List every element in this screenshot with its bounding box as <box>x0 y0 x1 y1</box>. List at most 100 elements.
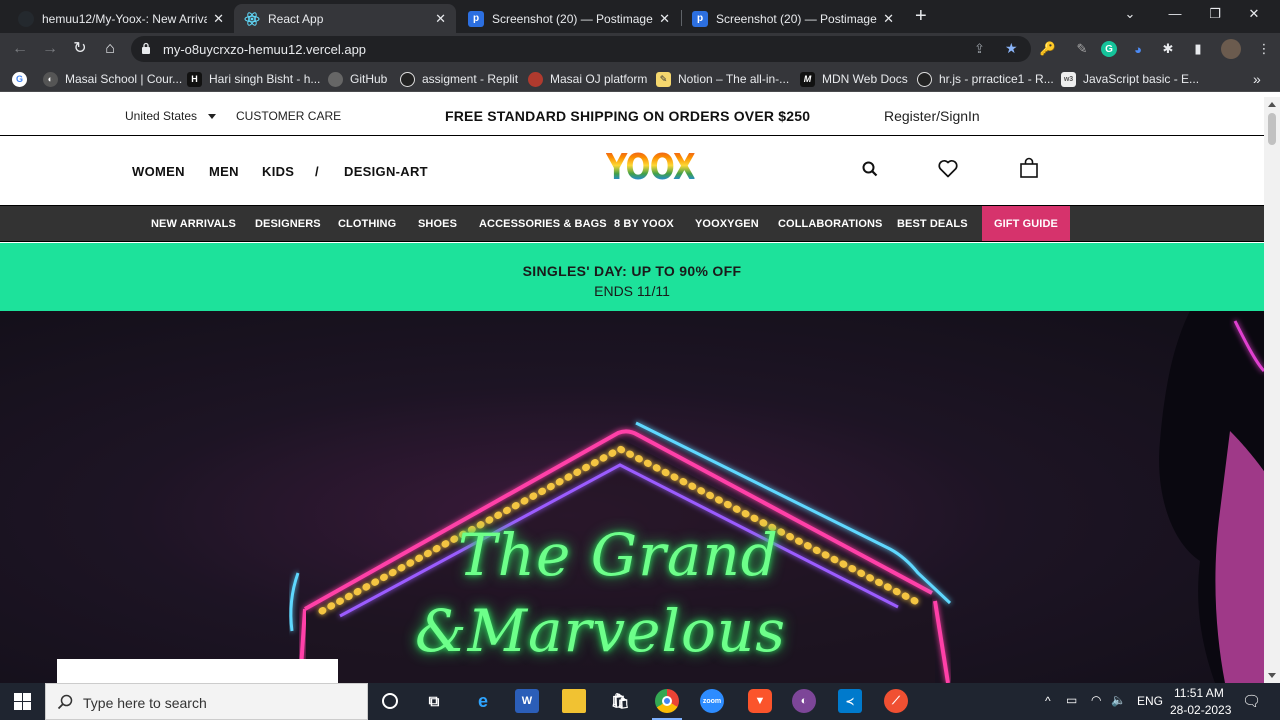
wifi-icon[interactable]: ◠ <box>1091 693 1101 707</box>
scroll-up-icon[interactable] <box>1268 102 1276 107</box>
nav-design-art[interactable]: DESIGN-ART <box>344 164 428 179</box>
task-view-icon[interactable]: ⧉ <box>422 689 446 713</box>
tab-title: React App <box>268 11 324 26</box>
category-new-arrivals[interactable]: NEW ARRIVALS <box>151 206 236 241</box>
postman-icon[interactable]: ⟋ <box>884 689 908 713</box>
grammarly-icon[interactable]: G <box>1101 41 1117 57</box>
register-signin-link[interactable]: Register/SignIn <box>884 108 980 124</box>
category-clothing[interactable]: CLOTHING <box>338 206 396 241</box>
tor-icon[interactable]: ◐ <box>792 689 816 713</box>
category-best-deals[interactable]: BEST DEALS <box>897 206 968 241</box>
chevron-down-icon[interactable] <box>208 114 216 119</box>
page-scrollbar[interactable] <box>1264 97 1280 683</box>
show-hidden-icons[interactable]: ^ <box>1045 694 1051 708</box>
scroll-down-icon[interactable] <box>1268 673 1276 678</box>
bookmark-hari-singh[interactable]: H Hari singh Bisht - h... <box>187 70 320 88</box>
tab-title: hemuu12/My-Yoox-: New Arrival <box>42 11 208 26</box>
bookmark-star-icon[interactable]: ★ <box>1005 40 1018 57</box>
word-icon[interactable]: W <box>515 689 539 713</box>
extension-blue-icon[interactable]: ◕ <box>1130 41 1146 57</box>
nav-men[interactable]: MEN <box>209 164 239 179</box>
nav-women[interactable]: WOMEN <box>132 164 185 179</box>
bookmark-mdn[interactable]: M MDN Web Docs <box>800 70 908 88</box>
clock-date[interactable]: 28-02-2023 <box>1170 703 1231 717</box>
store-icon[interactable]: 🛍 <box>608 689 632 713</box>
cortana-icon[interactable] <box>378 689 402 713</box>
nav-kids[interactable]: KIDS <box>262 164 294 179</box>
reload-icon[interactable]: ↻ <box>70 39 90 59</box>
tab-search-icon[interactable]: ⌄ <box>1120 6 1140 22</box>
extensions-puzzle-icon[interactable]: ✱ <box>1160 41 1176 57</box>
category-gift-guide[interactable]: GIFT GUIDE <box>982 206 1070 241</box>
side-panel-icon[interactable]: ▮ <box>1190 41 1206 57</box>
yoox-logo[interactable]: YOOX <box>606 147 696 188</box>
react-icon <box>244 11 260 27</box>
battery-icon[interactable]: ▭ <box>1066 693 1077 707</box>
profile-avatar[interactable] <box>1221 39 1241 59</box>
bookmark-masai-oj[interactable]: Masai OJ platform <box>528 70 647 88</box>
close-tab-icon[interactable]: ✕ <box>435 11 446 27</box>
edge-icon[interactable]: e <box>471 689 495 713</box>
chrome-icon[interactable] <box>655 689 679 713</box>
category-designers[interactable]: DESIGNERS <box>255 206 321 241</box>
close-tab-icon[interactable]: ✕ <box>213 11 224 27</box>
w3-icon: w3 <box>1061 71 1076 87</box>
browser-tab-bar: hemuu12/My-Yoox-: New Arrival ✕ React Ap… <box>0 0 1280 33</box>
file-explorer-icon[interactable] <box>562 689 586 713</box>
bookmark-masai-school[interactable]: ◐ Masai School | Cour... <box>43 70 182 88</box>
home-icon[interactable]: ⌂ <box>100 39 120 59</box>
bookmark-replit[interactable]: assigment - Replit <box>400 70 518 88</box>
search-icon <box>57 694 73 710</box>
browser-tab-postimages-2[interactable]: p Screenshot (20) — Postimages ✕ <box>682 4 904 33</box>
close-tab-icon[interactable]: ✕ <box>883 11 894 27</box>
key-extension-icon[interactable]: 🔑 <box>1040 41 1056 57</box>
restore-icon[interactable]: ❐ <box>1205 6 1225 22</box>
bookmark-label: Hari singh Bisht - h... <box>209 72 321 86</box>
close-tab-icon[interactable]: ✕ <box>659 11 670 27</box>
browser-tab-react-app[interactable]: React App ✕ <box>234 4 456 33</box>
share-icon[interactable]: ⇪ <box>974 41 985 57</box>
browser-tab-github[interactable]: hemuu12/My-Yoox-: New Arrival ✕ <box>8 4 234 33</box>
back-arrow-icon[interactable]: ← <box>10 39 30 59</box>
windows-start-icon[interactable] <box>14 693 31 715</box>
category-collaborations[interactable]: COLLABORATIONS <box>778 206 882 241</box>
new-tab-button[interactable]: + <box>915 5 927 27</box>
promo-banner[interactable]: SINGLES' DAY: UP TO 90% OFF ENDS 11/11 <box>0 243 1264 311</box>
popup-box[interactable] <box>57 659 338 683</box>
browser-tab-postimages-1[interactable]: p Screenshot (20) — Postimages ✕ <box>458 4 680 33</box>
heart-icon[interactable] <box>938 159 958 183</box>
brave-icon[interactable]: ▼ <box>748 689 772 713</box>
category-bar: NEW ARRIVALS DESIGNERS CLOTHING SHOES AC… <box>0 205 1264 242</box>
taskbar-search-box[interactable]: Type here to search <box>45 683 368 720</box>
bookmark-github[interactable]: GitHub <box>328 70 387 88</box>
category-8-by-yoox[interactable]: 8 BY YOOX <box>614 206 674 241</box>
github-icon <box>18 10 34 27</box>
country-selector[interactable]: United States <box>125 109 197 123</box>
vscode-icon[interactable]: ≺ <box>838 689 862 713</box>
category-accessories-bags[interactable]: ACCESSORIES & BAGS <box>479 206 607 241</box>
scrollbar-thumb[interactable] <box>1268 113 1276 145</box>
more-bookmarks-icon[interactable]: » <box>1253 70 1261 88</box>
browser-toolbar: ← → ↻ ⌂ my-o8uycrxzo-hemuu12.vercel.app … <box>0 33 1280 65</box>
shopping-bag-icon[interactable] <box>1019 157 1039 184</box>
bookmark-hr-js[interactable]: hr.js - prractice1 - R... <box>917 70 1054 88</box>
menu-kebab-icon[interactable]: ⋮ <box>1256 41 1272 57</box>
volume-icon[interactable]: 🔈 <box>1111 693 1126 707</box>
zoom-icon[interactable]: zoom <box>700 689 724 713</box>
forward-arrow-icon[interactable]: → <box>40 39 60 59</box>
bookmark-notion[interactable]: ✎ Notion – The all-in-... <box>656 70 789 88</box>
search-icon[interactable] <box>862 161 878 182</box>
clock-time[interactable]: 11:51 AM <box>1174 686 1224 700</box>
category-shoes[interactable]: SHOES <box>418 206 457 241</box>
address-bar[interactable]: my-o8uycrxzo-hemuu12.vercel.app ⇪ ★ <box>131 36 1031 62</box>
close-window-icon[interactable]: ✕ <box>1244 6 1264 22</box>
customer-care-link[interactable]: CUSTOMER CARE <box>236 109 341 123</box>
pen-extension-icon[interactable]: ✎ <box>1074 41 1090 57</box>
category-yooxygen[interactable]: YOOXYGEN <box>695 206 759 241</box>
minimize-icon[interactable]: — <box>1165 6 1185 21</box>
google-bookmark[interactable]: G <box>12 70 34 88</box>
language-indicator[interactable]: ENG <box>1137 694 1163 708</box>
hero-banner[interactable]: The Grand &Marvelous <box>0 311 1264 683</box>
notification-icon[interactable]: 🗨 <box>1242 692 1261 710</box>
bookmark-javascript-basic[interactable]: w3 JavaScript basic - E... <box>1061 70 1199 88</box>
